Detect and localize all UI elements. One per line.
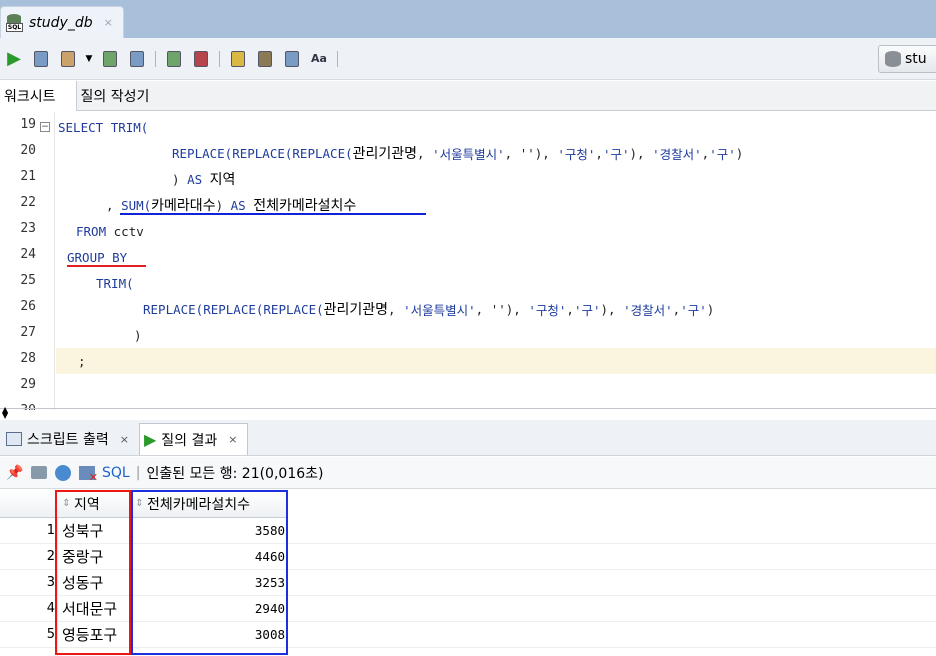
tab-script-output[interactable]: 스크립트 출력 × — [2, 423, 139, 455]
line-number-gutter: 19 − 20 21 22 23 24 25 26 27 28 29 30 — [0, 112, 55, 410]
tab-worksheet[interactable]: 워크시트 — [0, 80, 77, 111]
code-line-28-current: ; — [56, 348, 936, 374]
db-sql-icon: SQL — [6, 13, 24, 32]
connection-label: stu — [905, 51, 927, 67]
cell-region[interactable]: 서대문구 — [62, 598, 117, 619]
dropdown-arrow-icon[interactable]: ▼ — [84, 48, 94, 70]
code-line-23: FROM cctv — [76, 223, 144, 239]
result-toolbar: 📌 SQL | 인출된 모든 행: 21(0,016초) — [0, 457, 936, 489]
close-icon[interactable]: × — [104, 16, 113, 29]
column-header-region[interactable]: ⇕ 지역 — [58, 490, 131, 518]
fetch-status: 인출된 모든 행: 21(0,016초) — [146, 465, 324, 482]
close-icon[interactable]: × — [120, 433, 129, 446]
autotrace-icon[interactable] — [163, 48, 185, 70]
splitter[interactable] — [0, 408, 936, 414]
line-number: 28 — [20, 351, 36, 366]
annotation-underline-blue — [120, 213, 426, 215]
print-icon[interactable] — [30, 464, 48, 482]
run-statement-icon[interactable]: ▶ — [3, 48, 25, 70]
table-row[interactable]: 1 성북구 3580 — [0, 518, 936, 544]
line-number: 22 — [20, 195, 36, 210]
run-script-icon[interactable] — [30, 48, 52, 70]
table-row[interactable]: 4 서대문구 2940 — [0, 596, 936, 622]
grid-line — [57, 518, 58, 656]
cell-count[interactable]: 4460 — [133, 549, 285, 564]
document-tab-strip: SQL study_db × — [0, 0, 936, 38]
cell-count[interactable]: 3253 — [133, 575, 285, 590]
worksheet-subtabs: 워크시트 질의 작성기 — [0, 80, 936, 111]
line-number: 29 — [20, 377, 36, 392]
code-line-19: SELECT TRIM( — [58, 119, 149, 135]
refresh-icon[interactable] — [54, 464, 72, 482]
history-icon[interactable] — [281, 48, 303, 70]
toolbar-separator — [337, 50, 338, 67]
worksheet-toolbar: ▶ ▼ Aa stu — [0, 38, 936, 80]
code-line-26: REPLACE(REPLACE(REPLACE(관리기관명, '서울특별시', … — [143, 301, 715, 319]
eraser-icon[interactable] — [254, 48, 276, 70]
cell-region[interactable]: 영등포구 — [62, 624, 117, 645]
line-number: 21 — [20, 169, 36, 184]
explain-plan-icon[interactable] — [126, 48, 148, 70]
tab-query-result-label: 질의 결과 — [161, 432, 218, 449]
tab-script-output-label: 스크립트 출력 — [27, 432, 109, 448]
query-result-icon: ▶ — [143, 430, 157, 449]
clear-icon[interactable] — [227, 48, 249, 70]
cell-region[interactable]: 성북구 — [62, 520, 103, 541]
tab-study-db[interactable]: SQL study_db × — [0, 6, 124, 38]
code-line-20: REPLACE(REPLACE(REPLACE(관리기관명, '서울특별시', … — [172, 145, 744, 163]
database-icon — [885, 51, 901, 67]
connection-selector[interactable]: stu — [878, 45, 936, 73]
format-icon[interactable]: Aa — [308, 48, 330, 70]
annotation-underline-red — [67, 265, 146, 267]
splitter-arrows-icon[interactable]: ▲ ▼ — [2, 406, 8, 420]
sort-icon[interactable]: ⇕ — [135, 498, 144, 508]
line-number: 25 — [20, 273, 36, 288]
line-number: 24 — [20, 247, 36, 262]
cell-region[interactable]: 중랑구 — [62, 546, 103, 567]
cell-count[interactable]: 2940 — [133, 601, 285, 616]
code-line-24: GROUP BY — [67, 249, 128, 265]
line-number: 27 — [20, 325, 36, 340]
sql-link[interactable]: SQL — [102, 465, 130, 481]
sql-tuning-icon[interactable] — [190, 48, 212, 70]
line-number: 19 — [20, 117, 36, 132]
rollback-icon[interactable] — [99, 48, 121, 70]
sql-editor[interactable]: 19 − 20 21 22 23 24 25 26 27 28 29 30 SE… — [0, 112, 936, 410]
line-number: 26 — [20, 299, 36, 314]
cancel-query-icon[interactable] — [78, 464, 98, 484]
cell-region[interactable]: 성동구 — [62, 572, 103, 593]
tab-query-result[interactable]: ▶ 질의 결과 × — [138, 423, 249, 455]
cell-count[interactable]: 3580 — [133, 523, 285, 538]
result-grid: ⇕ 지역 ⇕ 전체카메라설치수 1 성북구 3580 2 중랑구 4460 3 … — [0, 490, 936, 656]
toolbar-separator — [155, 50, 156, 67]
tab-title: study_db — [29, 14, 93, 31]
line-number: 23 — [20, 221, 36, 236]
cell-count[interactable]: 3008 — [133, 627, 285, 642]
table-row[interactable]: 2 중랑구 4460 — [0, 544, 936, 570]
close-icon[interactable]: × — [228, 433, 237, 446]
sort-icon[interactable]: ⇕ — [62, 498, 71, 508]
script-output-icon — [6, 432, 22, 446]
commit-icon[interactable] — [57, 48, 79, 70]
pin-icon[interactable]: 📌 — [6, 464, 24, 482]
code-line-25: TRIM( — [96, 275, 134, 291]
table-row[interactable]: 5 영등포구 3008 — [0, 622, 936, 648]
column-header-count[interactable]: ⇕ 전체카메라설치수 — [131, 490, 288, 518]
output-tabs: 스크립트 출력 × ▶ 질의 결과 × — [0, 420, 936, 456]
tab-query-builder[interactable]: 질의 작성기 — [77, 81, 162, 111]
row-header-corner — [0, 490, 58, 518]
line-number: 20 — [20, 143, 36, 158]
table-row[interactable]: 3 성동구 3253 — [0, 570, 936, 596]
toolbar-separator: | — [135, 464, 141, 481]
code-line-27: ) — [134, 327, 142, 343]
toolbar-separator — [219, 50, 220, 67]
fold-toggle-icon[interactable]: − — [40, 122, 50, 132]
code-line-21: ) AS 지역 — [172, 171, 236, 189]
